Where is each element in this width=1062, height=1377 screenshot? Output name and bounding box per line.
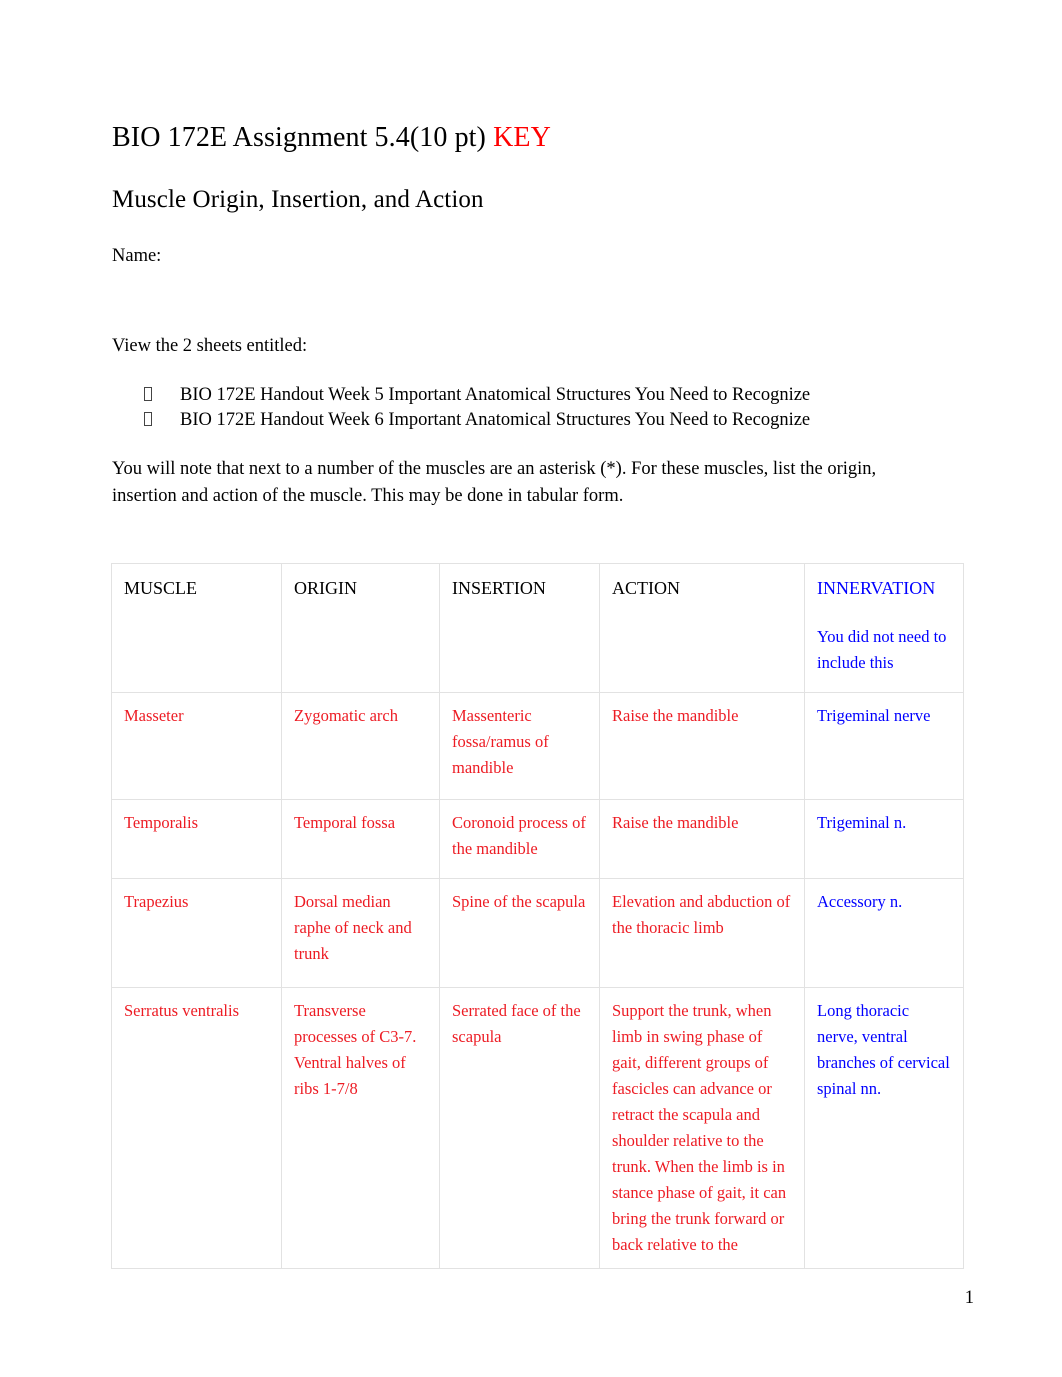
cell-origin: Dorsal median raphe of neck and trunk bbox=[281, 877, 440, 988]
handout-bullet-list: BIO 172E Handout Week 5 Important Anatom… bbox=[112, 361, 964, 433]
cell-action: Elevation and abduction of the thoracic … bbox=[599, 877, 805, 988]
column-header-insertion: INSERTION bbox=[439, 562, 600, 693]
cell-insertion: Spine of the scapula bbox=[439, 877, 600, 988]
column-header-action: ACTION bbox=[599, 562, 805, 693]
page-title-key-label: KEY bbox=[493, 122, 551, 153]
cell-insertion: Massenteric fossa/ramus of mandible bbox=[439, 691, 600, 800]
page-content: BIO 172E Assignment 5.4(10 pt) KEY Muscl… bbox=[111, 0, 964, 1270]
cell-insertion: Coronoid process of the mandible bbox=[439, 798, 600, 879]
view-sheets-intro: View the 2 sheets entitled: bbox=[112, 336, 308, 357]
cell-muscle: Temporalis bbox=[111, 798, 282, 879]
column-header-muscle: MUSCLE bbox=[111, 562, 282, 693]
missing-glyph-bullet-icon bbox=[144, 411, 152, 426]
column-header-innervation: INNERVATION You did not need to include … bbox=[804, 562, 964, 693]
cell-origin: Zygomatic arch bbox=[281, 691, 440, 800]
page-title: BIO 172E Assignment 5.4(10 pt) KEY bbox=[112, 0, 964, 154]
list-item-label: BIO 172E Handout Week 5 Important Anatom… bbox=[180, 384, 811, 405]
cell-action: Raise the mandible bbox=[599, 691, 805, 800]
cell-muscle: Masseter bbox=[111, 691, 282, 800]
table-header-row: MUSCLE ORIGIN INSERTION ACTION INNERVATI… bbox=[111, 562, 964, 693]
list-item-label: BIO 172E Handout Week 6 Important Anatom… bbox=[180, 409, 811, 430]
cell-innervation: Trigeminal n. bbox=[804, 798, 964, 879]
page-number: 1 bbox=[964, 1288, 974, 1308]
document-page: BIO 172E Assignment 5.4(10 pt) KEY Muscl… bbox=[0, 0, 1062, 1377]
column-header-origin: ORIGIN bbox=[281, 562, 440, 693]
list-item: BIO 172E Handout Week 5 Important Anatom… bbox=[112, 383, 964, 408]
cell-muscle: Trapezius bbox=[111, 877, 282, 988]
cell-innervation: Long thoracic nerve, ventral branches of… bbox=[804, 986, 964, 1270]
cell-muscle: Serratus ventralis bbox=[111, 986, 282, 1270]
muscle-origin-insertion-action-table: MUSCLE ORIGIN INSERTION ACTION INNERVATI… bbox=[111, 562, 964, 1270]
name-field-label: Name: bbox=[112, 245, 162, 266]
table-row: Trapezius Dorsal median raphe of neck an… bbox=[111, 877, 964, 988]
page-subtitle: Muscle Origin, Insertion, and Action bbox=[112, 186, 484, 214]
table-row: Temporalis Temporal fossa Coronoid proce… bbox=[111, 798, 964, 879]
table-row: Masseter Zygomatic arch Massenteric foss… bbox=[111, 691, 964, 800]
column-header-innervation-label: INNERVATION bbox=[817, 577, 936, 598]
page-title-text: BIO 172E Assignment 5.4(10 pt) bbox=[112, 122, 494, 153]
muscle-table-container: MUSCLE ORIGIN INSERTION ACTION INNERVATI… bbox=[111, 511, 964, 1270]
missing-glyph-bullet-icon bbox=[144, 386, 152, 401]
cell-innervation: Trigeminal nerve bbox=[804, 691, 964, 800]
cell-action: Raise the mandible bbox=[599, 798, 805, 879]
table-row: Serratus ventralis Transverse processes … bbox=[111, 986, 964, 1270]
list-item: BIO 172E Handout Week 6 Important Anatom… bbox=[112, 408, 964, 433]
cell-origin: Temporal fossa bbox=[281, 798, 440, 879]
innervation-optional-note: You did not need to include this bbox=[817, 627, 947, 673]
cell-action: Support the trunk, when limb in swing ph… bbox=[599, 986, 805, 1270]
asterisk-instruction-paragraph: You will note that next to a number of t… bbox=[112, 458, 877, 507]
cell-insertion: Serrated face of the scapula bbox=[439, 986, 600, 1270]
cell-origin: Transverse processes of C3-7. Ventral ha… bbox=[281, 986, 440, 1270]
cell-innervation: Accessory n. bbox=[804, 877, 964, 988]
